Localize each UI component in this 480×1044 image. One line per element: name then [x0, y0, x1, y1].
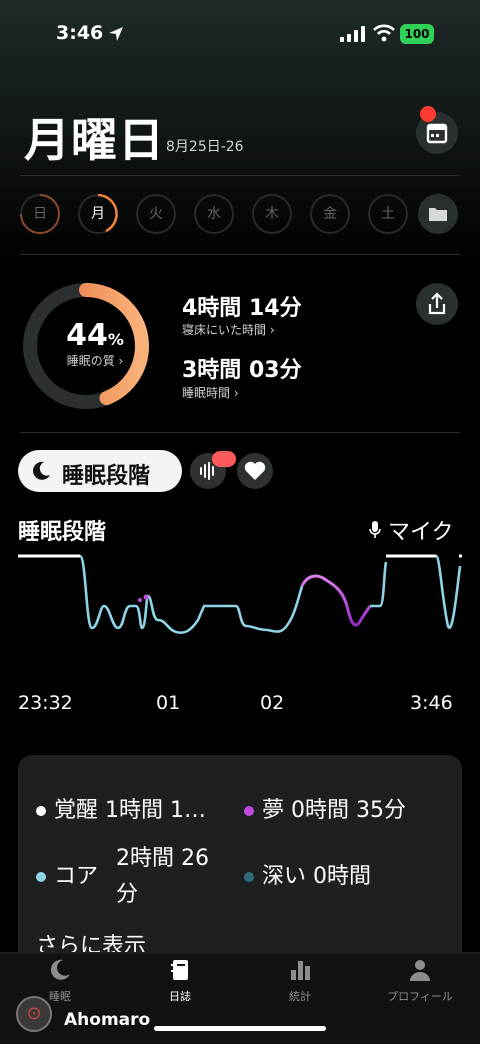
cellular-signal-icon: [340, 26, 365, 42]
date-range: 8月25日-26: [166, 139, 244, 155]
legend-awake: 覚醒 1時間 1…: [36, 792, 206, 824]
status-time: 3:46: [56, 22, 104, 44]
sleep-stages-chart: [18, 554, 462, 634]
mic-icon: [369, 521, 381, 538]
day-5[interactable]: 金: [310, 194, 350, 234]
moon-icon: [33, 461, 50, 480]
stage-line-dream: [300, 574, 372, 627]
core-dot: [36, 872, 46, 882]
tab-stats[interactable]: 統計: [250, 958, 350, 1004]
person-icon: [410, 960, 430, 981]
legend-core-value-2: 分: [116, 882, 139, 907]
sleep-stages-chip[interactable]: 睡眠段階: [18, 450, 182, 492]
bar-chart-icon: [291, 961, 310, 980]
x-tick: 02: [260, 692, 285, 714]
heart-chip[interactable]: [237, 453, 273, 489]
folder-icon: [429, 208, 447, 221]
in-bed-label[interactable]: 寝床にいた時間 ›: [182, 321, 275, 338]
moon-icon: [50, 959, 70, 980]
folder-button[interactable]: [418, 194, 458, 234]
asleep-label[interactable]: 睡眠時間 ›: [182, 384, 239, 401]
tab-journal[interactable]: 日誌: [130, 958, 230, 1004]
awake-dot: [36, 806, 46, 816]
divider: [20, 175, 460, 176]
day-3[interactable]: 水: [194, 194, 234, 234]
heart-icon: [244, 461, 266, 480]
tab-label: 統計: [289, 990, 311, 1003]
day-progress-sun: [20, 194, 60, 234]
share-icon: [428, 292, 446, 315]
x-tick: 01: [156, 692, 181, 714]
day-2[interactable]: 火: [136, 194, 176, 234]
dream-marker: [138, 598, 142, 602]
sound-badge: [212, 451, 236, 467]
day-4[interactable]: 木: [252, 194, 292, 234]
battery-indicator: 100: [400, 24, 434, 44]
x-tick: 3:46: [410, 692, 453, 714]
legend-core: コア: [36, 858, 98, 890]
day-progress-mon: [97, 194, 118, 233]
divider: [20, 254, 460, 255]
tab-label: 日誌: [169, 990, 191, 1003]
quality-label[interactable]: 睡眠の質 ›: [40, 352, 150, 369]
stage-line-core-2: [370, 561, 388, 608]
dream-marker: [143, 594, 149, 600]
legend-dream: 夢 0時間 35分: [244, 792, 406, 824]
asleep-value: 3時間 03分: [182, 358, 302, 383]
chip-label: 睡眠段階: [62, 464, 151, 489]
stage-line-core: [78, 554, 304, 634]
wifi-icon: [373, 24, 395, 42]
watermark-seal: ⊙: [16, 996, 52, 1032]
in-bed-value: 4時間 14分: [182, 296, 302, 321]
legend-core-value: 2時間 26: [116, 846, 209, 871]
x-tick: 23:32: [18, 692, 73, 714]
tab-profile[interactable]: プロフィール: [370, 958, 470, 1004]
journal-icon: [171, 960, 188, 980]
deep-dot: [244, 872, 254, 882]
stage-line-core-3: [434, 554, 462, 629]
legend-deep: 深い 0時間: [244, 858, 371, 890]
page-title: 月曜日: [24, 113, 165, 167]
tab-label: プロフィール: [387, 990, 453, 1003]
quality-percent: 44%: [66, 318, 124, 353]
watermark-name: Ahomaro: [64, 1010, 151, 1030]
dream-dot: [244, 806, 254, 816]
home-indicator[interactable]: [154, 1026, 326, 1031]
share-button[interactable]: [416, 283, 458, 325]
day-6[interactable]: 土: [368, 194, 408, 234]
location-arrow-icon: [109, 27, 123, 41]
notification-dot: [420, 106, 436, 122]
divider: [20, 432, 460, 433]
